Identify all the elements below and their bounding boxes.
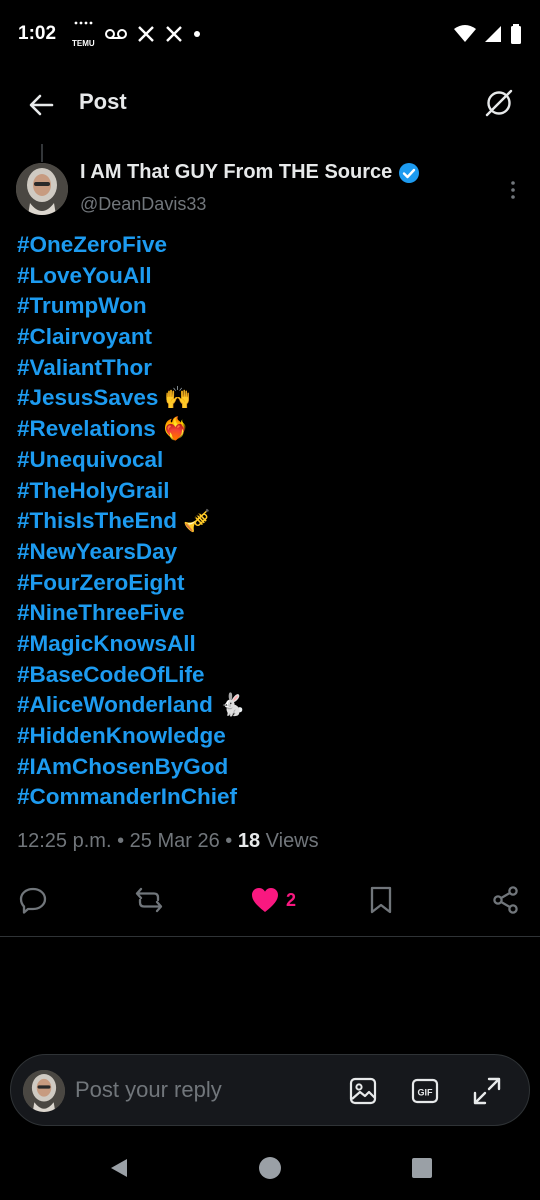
hashtag-link[interactable]: #Revelations ❤️‍🔥 [17,414,517,445]
like-count: 2 [286,889,297,910]
my-avatar [23,1070,65,1112]
hashtag-link[interactable]: #TheHolyGrail [17,476,517,507]
temu-label: TEMU [72,39,95,48]
separator-dot: • [225,830,238,852]
verified-badge-icon [399,162,420,183]
grok-icon[interactable] [482,86,516,120]
nav-home-icon[interactable] [258,1156,282,1180]
status-time: 1:02 [18,23,57,44]
hashtag-link[interactable]: #LoveYouAll [17,261,517,292]
repost-button[interactable] [134,884,164,916]
hashtag-link[interactable]: #TrumpWon [17,291,517,322]
image-icon[interactable] [347,1075,379,1107]
post-body: #OneZeroFive #LoveYouAll #TrumpWon #Clai… [17,230,517,813]
x-icon [165,26,182,42]
temu-icon: TEMU [72,20,95,48]
share-icon [493,886,518,914]
hashtag-link[interactable]: #MagicKnowsAll [17,629,517,660]
reply-composer[interactable]: Post your reply GIF [10,1054,530,1126]
bookmark-button[interactable] [366,884,396,916]
bookmark-icon [370,886,392,914]
voicemail-icon [104,29,127,39]
author-handle[interactable]: @DeanDavis33 [80,194,206,215]
hashtag-link[interactable]: #JesusSaves 🙌 [17,383,517,414]
post-date[interactable]: 25 Mar 26 [130,830,220,852]
hashtag-link[interactable]: #NineThreeFive [17,598,517,629]
hashtag-link[interactable]: #AliceWonderland 🐇 [17,690,517,721]
repost-icon [135,887,163,913]
hashtag-link[interactable]: #HiddenKnowledge [17,721,517,752]
hashtag-link[interactable]: #Clairvoyant [17,322,517,353]
author-avatar[interactable] [16,163,68,215]
post-meta: 12:25 p.m. • 25 Mar 26 • 18 Views [17,830,319,853]
nav-recents-icon[interactable] [410,1156,434,1180]
status-bar: 1:02 TEMU [0,0,540,68]
svg-text:GIF: GIF [418,1088,434,1098]
separator-dot: • [117,830,130,852]
arrow-left-icon[interactable] [26,90,56,120]
system-nav-bar [0,1140,540,1200]
heart-filled-icon [252,888,278,912]
expand-icon[interactable] [471,1075,503,1107]
hashtag-link[interactable]: #NewYearsDay [17,537,517,568]
author-name-text: I AM That GUY From THE Source [80,161,393,183]
views-label[interactable]: Views [266,830,319,852]
like-button[interactable]: 2 [250,884,296,916]
battery-icon [511,24,521,44]
divider [0,936,540,937]
x-icon [137,26,154,42]
post-time[interactable]: 12:25 p.m. [17,830,112,852]
rabbit-emoji: 🐇 [218,692,247,718]
nav-back-icon[interactable] [107,1156,131,1180]
hashtag-link[interactable]: #ThisIsTheEnd 🎺 [17,506,517,537]
gif-icon[interactable]: GIF [409,1075,441,1107]
trumpet-emoji: 🎺 [183,508,211,534]
reply-button[interactable] [18,884,48,916]
hashtag-link[interactable]: #OneZeroFive [17,230,517,261]
more-options-icon[interactable] [503,178,523,202]
hashtag-link[interactable]: #CommanderInChief [17,782,517,813]
wifi-icon [454,25,476,42]
raising-hands-emoji: 🙌 [164,385,192,411]
share-button[interactable] [491,884,521,916]
views-count[interactable]: 18 [238,830,260,852]
comment-icon [19,887,47,914]
action-bar: 2 [0,880,540,920]
hashtag-link[interactable]: #ValiantThor [17,353,517,384]
thread-line [41,144,43,162]
reply-input[interactable]: Post your reply [75,1077,222,1103]
dot-icon [193,31,200,37]
hashtag-link[interactable]: #Unequivocal [17,445,517,476]
status-icons: TEMU [72,20,201,48]
page-title: Post [79,89,127,114]
hashtag-link[interactable]: #BaseCodeOfLife [17,660,517,691]
hashtag-link[interactable]: #IAmChosenByGod [17,752,517,783]
signal-icon [485,26,501,42]
status-right-icons [454,24,522,44]
author-name[interactable]: I AM That GUY From THE Source [80,161,420,184]
hashtag-link[interactable]: #FourZeroEight [17,568,517,599]
post-header: Post [0,76,540,132]
heart-on-fire-emoji: ❤️‍🔥 [161,416,190,442]
